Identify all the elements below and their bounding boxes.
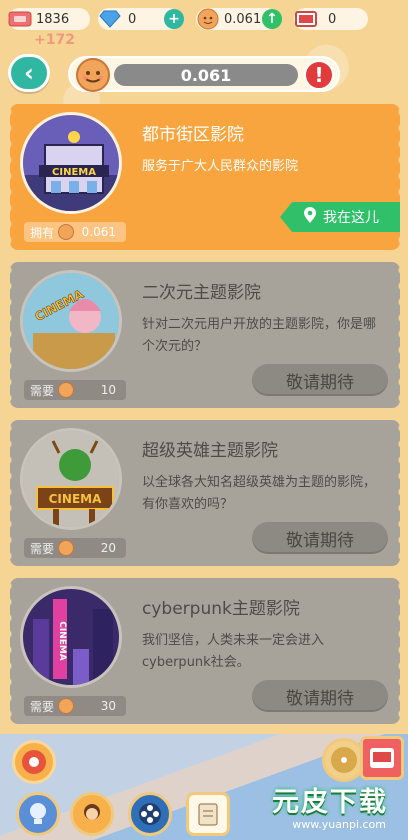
poster-text: CINEMA bbox=[52, 167, 96, 178]
coin-up-button[interactable]: ↑ bbox=[262, 9, 282, 29]
coming-soon-button[interactable]: 敬请期待 bbox=[252, 522, 388, 554]
badge-value: 30 bbox=[100, 699, 116, 713]
location-pin-icon bbox=[303, 206, 317, 228]
film-stat: 0 bbox=[294, 8, 368, 30]
bonus-icon[interactable] bbox=[12, 740, 56, 784]
coming-soon-button[interactable]: 敬请期待 bbox=[252, 680, 388, 712]
coin-icon bbox=[58, 698, 75, 714]
card-title: 超级英雄主题影院 bbox=[142, 441, 278, 461]
film-ticket-icon bbox=[292, 5, 320, 33]
coin-icon bbox=[58, 382, 75, 398]
cinema-card-superhero[interactable]: CINEMA 需要 20 超级英雄主题影院 以全球各大知名超级英雄为主题的影院，… bbox=[10, 420, 400, 566]
cinema-card-urban[interactable]: CINEMA 拥有 0.061 都市街区影院 服务于广大人民群众的影院 我在这儿 bbox=[10, 104, 400, 250]
required-badge: 需要 10 bbox=[24, 380, 126, 400]
diamond-icon bbox=[96, 5, 124, 33]
cinema-card-anime[interactable]: CINEMA 需要 10 二次元主题影院 针对二次元用户开放的主题影院，你是哪个… bbox=[10, 262, 400, 408]
ticket-stat: 1836 bbox=[8, 8, 90, 30]
diamond-stat: 0 + bbox=[96, 5, 184, 33]
ticket-booth-icon[interactable] bbox=[360, 736, 404, 780]
cinema-poster-anime: CINEMA bbox=[20, 270, 122, 372]
coin-balance-bar: 0.061 ! bbox=[68, 56, 340, 92]
owned-badge: 拥有 0.061 bbox=[24, 222, 126, 242]
film-reel-icon[interactable] bbox=[128, 792, 172, 836]
card-desc: 我们坚信，人类未来一定会进入cyberpunk社会。 bbox=[142, 633, 325, 670]
ticket-icon bbox=[6, 5, 34, 33]
coin-icon bbox=[58, 540, 75, 556]
required-badge: 需要 20 bbox=[24, 538, 126, 558]
coin-stat: 0.061 ↑ bbox=[194, 5, 282, 33]
card-desc: 服务于广大人民群众的影院 bbox=[142, 159, 299, 174]
diamond-count: 0 bbox=[128, 11, 137, 27]
lightbulb-icon[interactable] bbox=[16, 792, 60, 836]
coin-face-icon bbox=[74, 56, 112, 94]
badge-value: 10 bbox=[100, 383, 116, 397]
cinema-poster-superhero: CINEMA bbox=[20, 428, 122, 530]
ticket-count: 1836 bbox=[36, 11, 70, 27]
card-desc: 以全球各大知名超级英雄为主题的影院，有你喜欢的吗？ bbox=[142, 475, 377, 512]
cinema-poster-urban: CINEMA bbox=[20, 112, 122, 214]
film-count: 0 bbox=[328, 11, 337, 27]
here-label: 我在这儿 bbox=[323, 210, 379, 226]
required-badge: 需要 30 bbox=[24, 696, 126, 716]
badge-label: 拥有 bbox=[30, 225, 55, 240]
card-title: cyberpunk主题影院 bbox=[142, 599, 300, 619]
card-title: 二次元主题影院 bbox=[142, 283, 261, 303]
alert-button[interactable]: ! bbox=[304, 60, 334, 90]
badge-value: 20 bbox=[100, 541, 116, 555]
badge-label: 需要 bbox=[30, 699, 55, 714]
watermark-url: www.yuanpi.com bbox=[292, 818, 386, 831]
ticket-gain-floater: +172 bbox=[34, 32, 75, 48]
card-desc: 针对二次元用户开放的主题影院，你是哪个次元的？ bbox=[142, 317, 377, 354]
coin-count: 0.061 bbox=[224, 11, 262, 27]
chevron-left-icon: ‹ bbox=[24, 59, 34, 87]
cinema-poster-cyberpunk: CINEMA bbox=[20, 586, 122, 688]
cinema-card-cyberpunk[interactable]: CINEMA 需要 30 cyberpunk主题影院 我们坚信，人类未来一定会进… bbox=[10, 578, 400, 724]
clipboard-icon[interactable] bbox=[186, 792, 230, 836]
poster-text: CINEMA bbox=[57, 621, 67, 661]
watermark-title: 元皮下载 bbox=[272, 787, 388, 818]
coming-soon-button[interactable]: 敬请期待 bbox=[252, 364, 388, 396]
badge-label: 需要 bbox=[30, 541, 55, 556]
here-button[interactable]: 我在这儿 bbox=[280, 202, 400, 232]
badge-label: 需要 bbox=[30, 383, 55, 398]
coin-balance-value: 0.061 bbox=[114, 64, 298, 86]
poster-text: CINEMA bbox=[49, 492, 102, 506]
add-diamond-button[interactable]: + bbox=[164, 9, 184, 29]
badge-value: 0.061 bbox=[81, 225, 116, 239]
coin-icon bbox=[58, 224, 75, 240]
character-icon[interactable] bbox=[70, 792, 114, 836]
coin-face-icon bbox=[194, 5, 222, 33]
card-title: 都市街区影院 bbox=[142, 125, 244, 145]
back-button[interactable]: ‹ bbox=[8, 54, 50, 92]
